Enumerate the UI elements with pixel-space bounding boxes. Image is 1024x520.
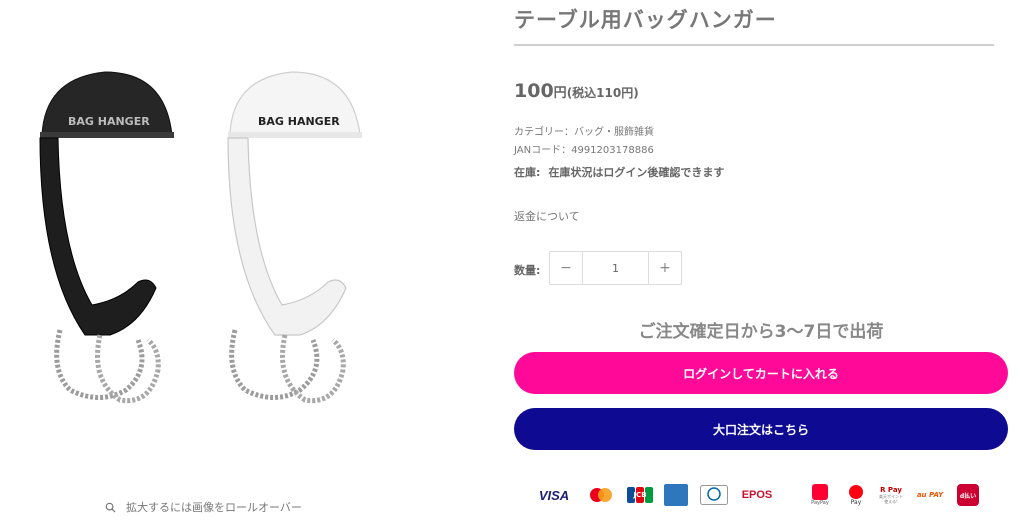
quantity-decrease-button[interactable]: − [550, 252, 582, 284]
hanger-label: BAG HANGER [68, 115, 150, 128]
title-divider [514, 44, 994, 46]
quantity-input[interactable] [582, 252, 649, 284]
epos-logo: EPOS [741, 489, 773, 501]
quantity-increase-button[interactable]: + [649, 252, 681, 284]
product-photo[interactable]: BAG HANGER BAG HANGER [30, 50, 430, 420]
price: 100円(税込110円) [514, 80, 639, 102]
zoom-hint-text: 拡大するには画像をロールオーバー [126, 501, 302, 514]
jcb-logo: JCB [627, 480, 653, 510]
hanger-label: BAG HANGER [258, 115, 340, 128]
product-category: カテゴリー：バッグ・服飾雑貨 [514, 127, 654, 138]
magnifier-icon [105, 502, 116, 513]
price-unit: 円 [553, 86, 567, 101]
bulk-order-button[interactable]: 大口注文はこちら [514, 408, 1008, 450]
zoom-hint: 拡大するには画像をロールオーバー [105, 499, 302, 515]
visa-logo: VISA [538, 487, 570, 503]
amex-logo [664, 480, 688, 510]
price-tax: (税込110円) [566, 86, 639, 100]
add-to-cart-button[interactable]: ログインしてカートに入れる [514, 352, 1008, 394]
price-number: 100 [514, 80, 554, 102]
quantity-label: 数量: [514, 264, 541, 277]
diners-club-logo [700, 480, 728, 510]
product-image-area[interactable]: BAG HANGER BAG HANGER 拡大するには画像をロールオーバー [0, 0, 495, 520]
payment-methods: VISA JCB EPOS PayPay Pay R Pay 楽天ポイント使える… [514, 480, 1008, 512]
merpay-logo: Pay [846, 480, 866, 510]
mastercard-logo [588, 480, 614, 510]
paypay-logo: PayPay [808, 480, 832, 510]
au-pay-logo: au PAY [916, 491, 944, 499]
product-title: テーブル用バッグハンガー [514, 8, 777, 32]
black-bag-hanger: BAG HANGER [39, 71, 174, 404]
refund-link[interactable]: 返金について [514, 208, 580, 224]
stock-label: 在庫: [514, 166, 541, 179]
shipping-note: ご注文確定日から3〜7日で出荷 [638, 322, 884, 342]
stock-status: 在庫: 在庫状況はログイン後確認できます [514, 164, 724, 180]
stock-value: 在庫状況はログイン後確認できます [548, 166, 725, 179]
quantity-stepper: − + [549, 251, 682, 285]
rakuten-pay-logo: R Pay 楽天ポイント使える! [879, 486, 903, 504]
d-barai-logo: d払い [956, 480, 980, 510]
white-bag-hanger: BAG HANGER [227, 71, 362, 404]
product-jan-code: JANコード：4991203178886 [514, 145, 654, 156]
